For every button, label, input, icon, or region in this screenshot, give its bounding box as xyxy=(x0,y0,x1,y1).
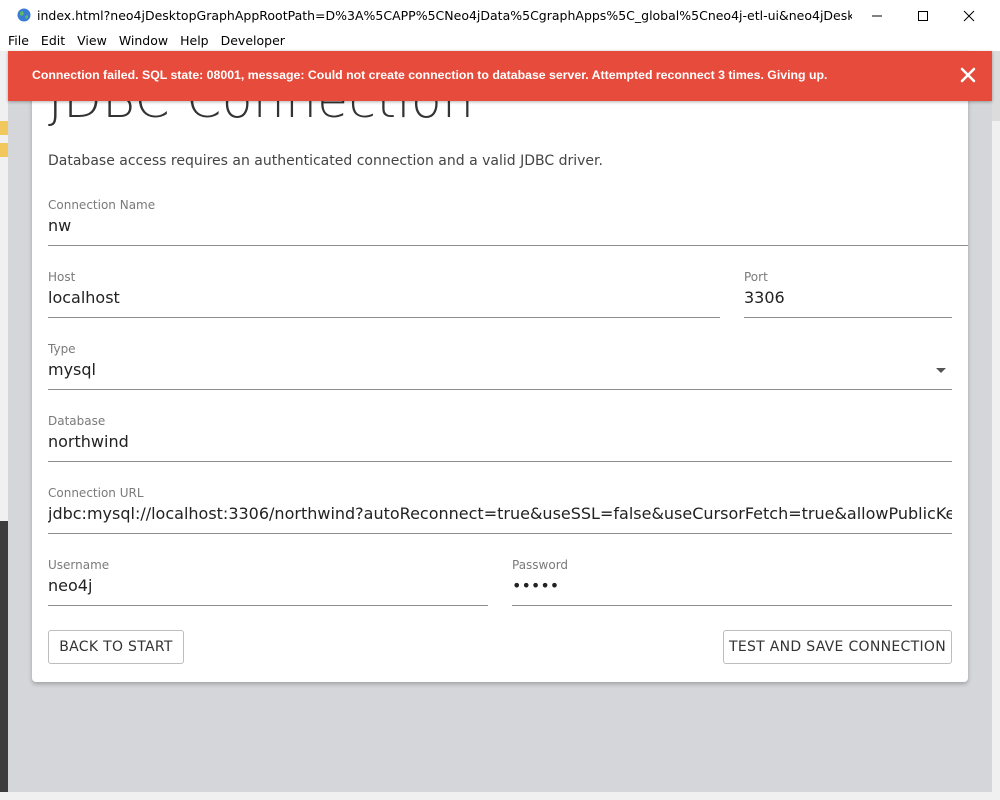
type-label: Type xyxy=(48,342,76,356)
minimize-button[interactable] xyxy=(854,0,900,31)
dropdown-arrow-icon[interactable] xyxy=(936,368,946,373)
frame-folder-strip xyxy=(0,121,8,135)
menu-help[interactable]: Help xyxy=(174,31,215,51)
connection-url-label: Connection URL xyxy=(48,486,144,500)
right-window-frame xyxy=(992,51,1000,800)
field-underline xyxy=(48,389,952,390)
field-underline xyxy=(48,533,952,534)
error-message: Connection failed. SQL state: 08001, mes… xyxy=(32,68,828,82)
frame-strip xyxy=(992,51,1000,121)
window-titlebar: index.html?neo4jDesktopGraphAppRootPath=… xyxy=(0,0,1000,31)
test-and-save-connection-button[interactable]: TEST AND SAVE CONNECTION xyxy=(723,630,952,664)
port-field[interactable]: Port 3306 xyxy=(744,270,952,318)
password-label: Password xyxy=(512,558,569,572)
window-title: index.html?neo4jDesktopGraphAppRootPath=… xyxy=(37,8,852,23)
app-content: JDBC Connection Database access requires… xyxy=(8,51,992,792)
database-input[interactable]: northwind xyxy=(48,432,952,451)
username-field[interactable]: Username neo4j xyxy=(48,558,488,606)
field-underline xyxy=(512,605,952,606)
menu-window[interactable]: Window xyxy=(113,31,174,51)
username-input[interactable]: neo4j xyxy=(48,576,488,595)
host-label: Host xyxy=(48,270,76,284)
type-selected-value[interactable]: mysql xyxy=(48,360,952,379)
field-underline xyxy=(48,461,952,462)
bottom-window-frame xyxy=(0,792,1000,800)
page-description: Database access requires an authenticate… xyxy=(48,153,603,169)
field-underline xyxy=(48,245,968,246)
host-input[interactable]: localhost xyxy=(48,288,720,307)
connection-url-input[interactable]: jdbc:mysql://localhost:3306/northwind?au… xyxy=(48,504,952,523)
close-icon xyxy=(963,10,975,21)
back-to-start-button[interactable]: BACK TO START xyxy=(48,630,184,664)
connection-name-field[interactable]: Connection Name nw xyxy=(48,198,968,246)
menu-edit[interactable]: Edit xyxy=(35,31,71,51)
connection-name-label: Connection Name xyxy=(48,198,156,212)
menu-file[interactable]: File xyxy=(0,31,35,51)
database-field[interactable]: Database northwind xyxy=(48,414,952,462)
port-label: Port xyxy=(744,270,768,284)
password-input[interactable]: ••••• xyxy=(512,576,952,595)
menu-bar: File Edit View Window Help Developer xyxy=(0,31,1000,51)
close-icon[interactable] xyxy=(958,65,978,85)
type-select[interactable]: Type mysql xyxy=(48,342,952,390)
field-underline xyxy=(48,605,488,606)
left-window-frame xyxy=(0,51,8,800)
database-label: Database xyxy=(48,414,106,428)
frame-folder-strip xyxy=(0,143,8,157)
menu-developer[interactable]: Developer xyxy=(215,31,291,51)
jdbc-connection-card: JDBC Connection Database access requires… xyxy=(32,51,968,682)
menu-view[interactable]: View xyxy=(71,31,113,51)
minimize-icon xyxy=(872,15,882,16)
frame-dark-strip xyxy=(0,521,8,800)
password-field[interactable]: Password ••••• xyxy=(512,558,952,606)
host-field[interactable]: Host localhost xyxy=(48,270,720,318)
maximize-icon xyxy=(918,10,928,21)
connection-name-input[interactable]: nw xyxy=(48,216,968,235)
port-input[interactable]: 3306 xyxy=(744,288,952,307)
connection-url-field[interactable]: Connection URL jdbc:mysql://localhost:33… xyxy=(48,486,952,534)
close-window-button[interactable] xyxy=(946,0,992,31)
app-globe-icon xyxy=(17,8,31,22)
field-underline xyxy=(48,317,720,318)
username-label: Username xyxy=(48,558,110,572)
error-banner: Connection failed. SQL state: 08001, mes… xyxy=(8,51,992,101)
field-underline xyxy=(744,317,952,318)
maximize-button[interactable] xyxy=(900,0,946,31)
